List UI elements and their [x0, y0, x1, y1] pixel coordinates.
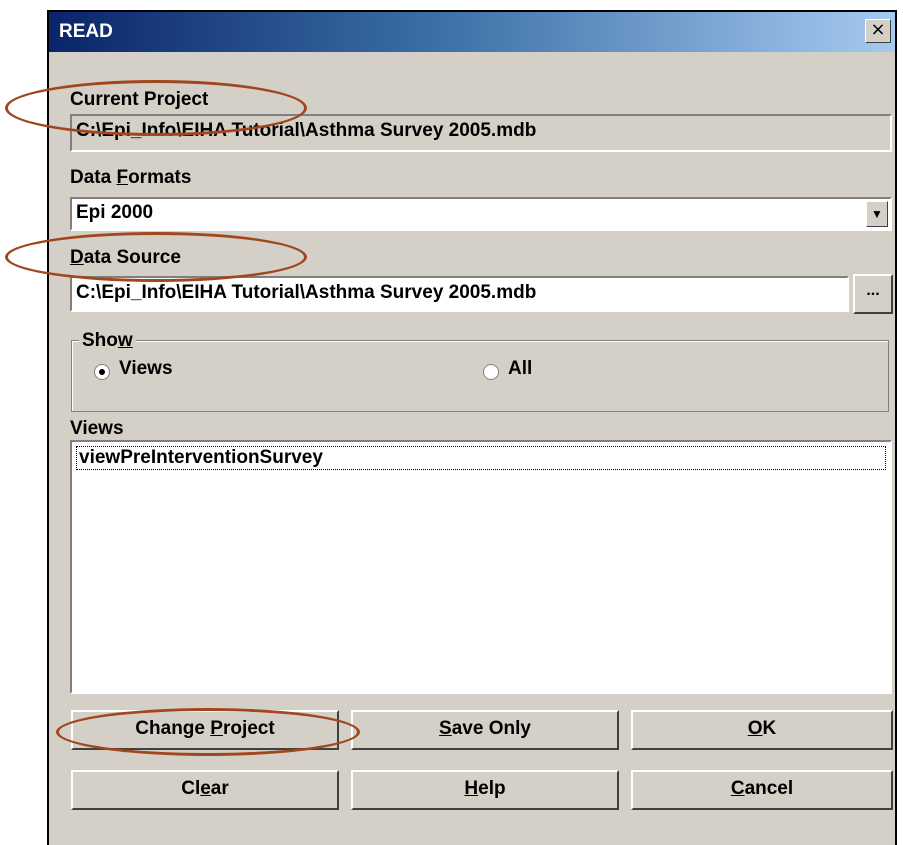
show-groupbox [71, 340, 889, 412]
chevron-down-icon: ▼ [871, 207, 883, 221]
title-bar[interactable]: READ × [49, 12, 895, 52]
views-listbox[interactable]: viewPreInterventionSurvey [70, 440, 892, 694]
save-only-button[interactable]: Save Only [351, 710, 619, 750]
ok-button[interactable]: OK [631, 710, 893, 750]
all-radio[interactable] [483, 364, 499, 380]
views-radio[interactable] [94, 364, 110, 380]
close-button[interactable]: × [865, 19, 891, 43]
views-label: Views [70, 418, 124, 439]
cancel-button[interactable]: Cancel [631, 770, 893, 810]
data-formats-select[interactable]: Epi 2000 ▼ [70, 197, 892, 231]
data-source-value: C:\Epi_Info\EIHA Tutorial\Asthma Survey … [76, 282, 537, 303]
current-project-field: C:\Epi_Info\EIHA Tutorial\Asthma Survey … [70, 114, 892, 152]
clear-button[interactable]: Clear [71, 770, 339, 810]
views-radio-label[interactable]: Views [119, 358, 173, 380]
current-project-label: Current Project [70, 89, 209, 110]
current-project-value: C:\Epi_Info\EIHA Tutorial\Asthma Survey … [76, 120, 537, 141]
change-project-button[interactable]: Change Project [71, 710, 339, 750]
read-dialog: READ × Current Project C:\Epi_Info\EIHA … [47, 10, 897, 845]
list-item[interactable]: viewPreInterventionSurvey [76, 446, 886, 470]
data-formats-label: Data Formats [70, 167, 192, 188]
browse-button[interactable]: ... [853, 274, 893, 314]
data-formats-value: Epi 2000 [76, 202, 154, 223]
window-title: READ [59, 21, 113, 42]
dropdown-button[interactable]: ▼ [866, 201, 888, 227]
show-legend: Show [79, 330, 136, 352]
all-radio-label[interactable]: All [508, 358, 532, 380]
help-button[interactable]: Help [351, 770, 619, 810]
close-icon: × [870, 19, 886, 40]
data-source-input[interactable]: C:\Epi_Info\EIHA Tutorial\Asthma Survey … [70, 276, 849, 312]
data-source-label: Data Source [70, 247, 181, 268]
